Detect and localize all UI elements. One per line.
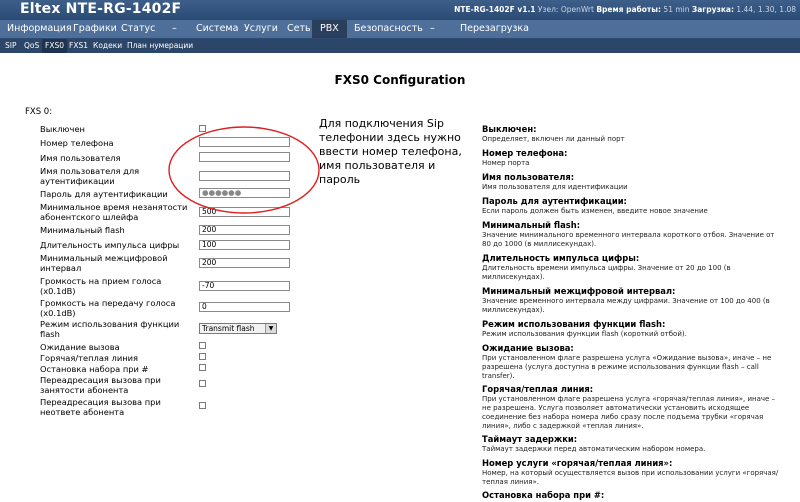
label-fwd-noanswer: Переадресация вызова при неответе абонен… — [40, 397, 161, 417]
help-text: При установленном флаге разрешена услуга… — [482, 395, 776, 430]
help-heading: Горячая/теплая линия: — [482, 384, 594, 394]
call-waiting-checkbox[interactable] — [199, 342, 206, 349]
label-min-flash: Минимальный flash — [40, 225, 125, 235]
help-heading: Ожидание вызова: — [482, 343, 574, 353]
tab-qos[interactable]: QoS — [22, 39, 41, 53]
flash-mode-select[interactable]: Transmit flash ▼ — [199, 323, 277, 334]
help-text: Режим использования функции flash (корот… — [482, 330, 687, 338]
pulse-input[interactable]: 100 — [199, 240, 290, 250]
help-heading: Номер услуги «горячая/теплая линия»: — [482, 458, 673, 468]
load-label: Загрузка: — [691, 5, 734, 14]
annotation-note: Для подключения Sip телефонии здесь нужн… — [319, 117, 462, 186]
menu-pbx[interactable]: PBX — [312, 20, 347, 38]
help-heading: Выключен: — [482, 124, 537, 134]
menu-reboot[interactable]: Перезагрузка — [456, 20, 533, 38]
main-menu: Информация Графики Статус – Система Услу… — [0, 20, 800, 39]
tab-fxs1[interactable]: FXS1 — [67, 39, 90, 53]
menu-system[interactable]: Система — [192, 20, 242, 38]
help-text: Номер, на который осуществляется вызов п… — [482, 469, 779, 486]
help-heading: Пароль для аутентификации: — [482, 196, 627, 206]
menu-services[interactable]: Услуги — [240, 20, 282, 38]
help-heading: Таймаут задержки: — [482, 434, 578, 444]
fwd-noanswer-checkbox[interactable] — [199, 402, 206, 409]
menu-graphs[interactable]: Графики — [69, 20, 121, 38]
label-pulse: Длительность импульса цифры — [40, 240, 180, 250]
help-text: Если пароль должен быть изменен, введите… — [482, 207, 708, 215]
label-call-waiting: Ожидание вызова — [40, 342, 120, 352]
node-label: Узел: — [537, 5, 559, 14]
help-text: Имя пользователя для идентификации — [482, 183, 628, 191]
highlight-ellipse — [168, 126, 320, 214]
label-rx-gain: Громкость на прием голоса (x0.1dB) — [40, 276, 162, 296]
label-fwd-busy: Переадресация вызова при занятости абоне… — [40, 375, 161, 395]
help-text: Длительность времени импульса цифры. Зна… — [482, 264, 731, 281]
min-flash-input[interactable]: 200 — [199, 225, 290, 235]
tab-codecs[interactable]: Кодеки — [91, 39, 124, 53]
help-heading: Остановка набора при #: — [482, 490, 605, 500]
help-heading: Длительность импульса цифры: — [482, 253, 640, 263]
help-heading: Имя пользователя: — [482, 172, 575, 182]
menu-separator-2: – — [430, 23, 435, 34]
menu-network[interactable]: Сеть — [283, 20, 315, 38]
help-text: Определяет, включен ли данный порт — [482, 135, 625, 143]
tx-gain-input[interactable]: 0 — [199, 302, 290, 312]
tab-sip[interactable]: SIP — [3, 39, 19, 53]
label-tx-gain: Громкость на передачу голоса (x0.1dB) — [40, 298, 176, 318]
help-text: При установленном флаге разрешена услуга… — [482, 354, 772, 380]
menu-security[interactable]: Безопасность — [350, 20, 427, 38]
uptime-label: Время работы: — [596, 5, 662, 14]
node-value: OpenWrt — [560, 5, 594, 14]
help-text: Номер порта — [482, 159, 530, 167]
rx-gain-input[interactable]: -70 — [199, 281, 290, 291]
label-hotline: Горячая/теплая линия — [40, 353, 139, 363]
stop-dial-checkbox[interactable] — [199, 364, 206, 371]
top-header: Eltex NTE-RG-1402F NTE-RG-1402F v1.1 Узе… — [0, 0, 800, 20]
flash-mode-value: Transmit flash — [202, 324, 255, 333]
label-auth-user: Имя пользователя для аутентификации — [40, 166, 140, 186]
interdigit-input[interactable]: 200 — [199, 258, 290, 268]
label-interdigit: Минимальный межцифровой интервал — [40, 253, 168, 273]
label-flash-mode: Режим использования функции flash — [40, 319, 180, 339]
sub-menu: SIP QoS FXS0 FXS1 Кодеки План нумерации — [0, 39, 800, 53]
section-title: FXS 0: — [25, 107, 53, 117]
help-text: Значение временного интервала между цифр… — [482, 297, 770, 314]
page-title: FXS0 Configuration — [334, 73, 466, 87]
tab-dialplan[interactable]: План нумерации — [125, 39, 195, 53]
model-label: NTE-RG-1402F v1.1 — [454, 5, 536, 14]
help-heading: Режим использования функции flash: — [482, 319, 666, 329]
chevron-down-icon[interactable]: ▼ — [265, 324, 276, 333]
help-heading: Минимальный flash: — [482, 220, 581, 230]
hotline-checkbox[interactable] — [199, 353, 206, 360]
uptime-value: 51 min — [663, 5, 690, 14]
menu-status[interactable]: Статус — [117, 20, 159, 38]
menu-separator-1: – — [172, 23, 177, 34]
fwd-busy-checkbox[interactable] — [199, 380, 206, 387]
help-heading: Минимальный межцифровой интервал: — [482, 286, 676, 296]
load-value: 1.44, 1.30, 1.08 — [736, 5, 796, 14]
status-info: NTE-RG-1402F v1.1 Узел: OpenWrt Время ра… — [454, 5, 796, 14]
help-heading: Номер телефона: — [482, 148, 568, 158]
help-text: Таймаут задержки перед автоматическим на… — [482, 445, 706, 453]
help-text: Значение минимального временного интерва… — [482, 231, 775, 248]
brand-title: Eltex NTE-RG-1402F — [20, 1, 182, 17]
tab-fxs0[interactable]: FXS0 — [42, 39, 67, 53]
label-stop-dial: Остановка набора при # — [40, 364, 149, 374]
menu-info[interactable]: Информация — [3, 20, 76, 38]
